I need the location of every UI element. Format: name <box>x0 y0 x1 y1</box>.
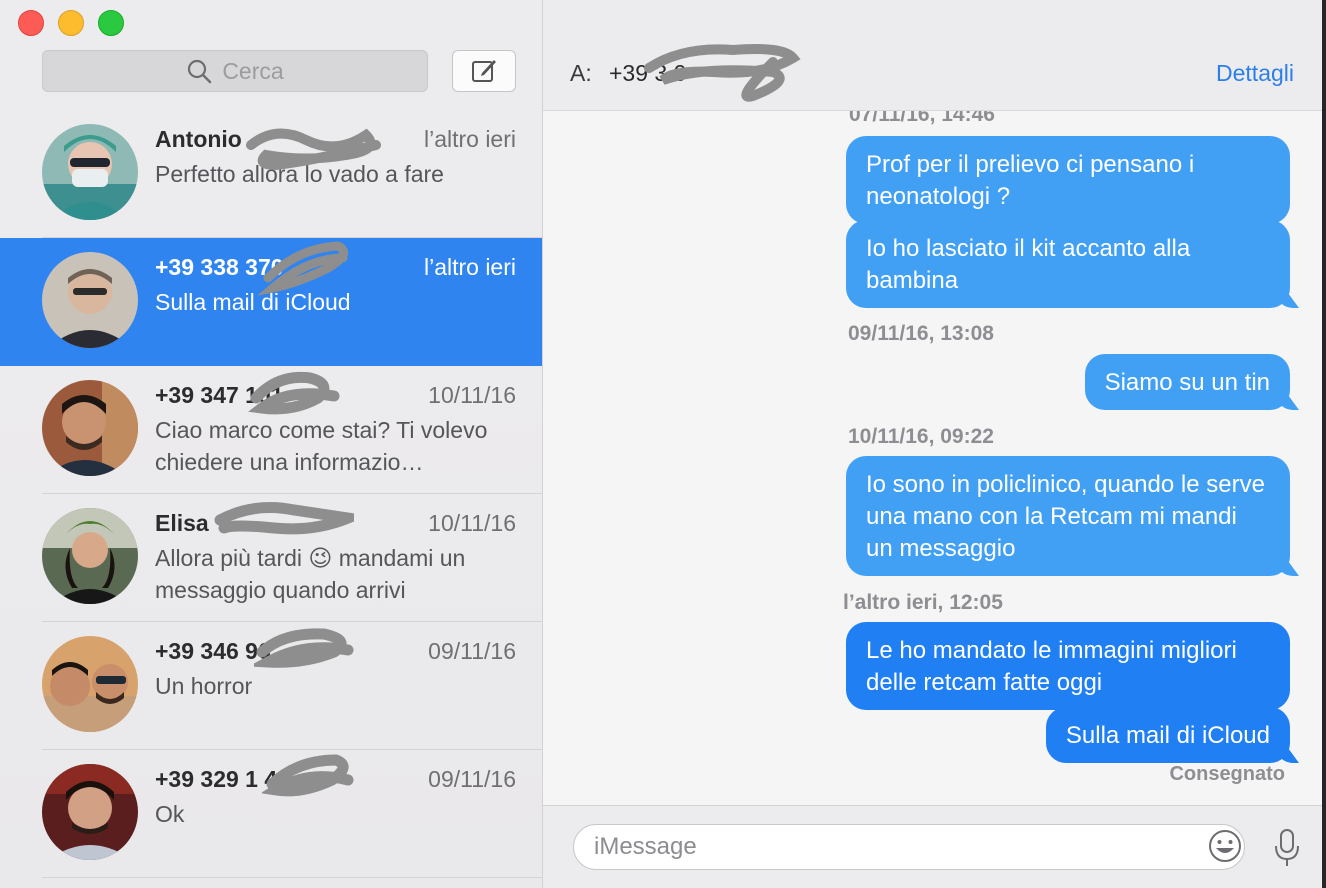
sidebar: Cerca Antonio l’altro ieri Perfetto allo… <box>0 0 543 888</box>
conversation-date: 10/11/16 <box>428 510 516 536</box>
conversation-preview: Allora più tardi 😉 mandami un messaggio … <box>155 545 466 603</box>
redaction-scribble <box>214 502 354 535</box>
avatar <box>42 252 138 348</box>
conversation-item[interactable]: +39 347 101 10/11/16 Ciao marco come sta… <box>0 366 542 494</box>
delivered-status: Consegnato <box>1169 763 1285 785</box>
message-bubble[interactable]: Io ho lasciato il kit accanto alla bambi… <box>846 220 1290 308</box>
contact-name: Antonio <box>155 126 242 152</box>
conversation-preview: Sulla mail di iCloud <box>155 289 351 315</box>
conversation-date: l’altro ieri <box>423 254 516 280</box>
contact-name: +39 347 101 <box>155 382 284 408</box>
window-edge <box>1322 0 1326 888</box>
contact-name: +39 338 370 <box>155 254 284 280</box>
conversation-preview: Perfetto allora lo vado a fare <box>155 161 444 187</box>
contact-name: +39 346 96 <box>155 638 271 664</box>
search-placeholder: Cerca <box>222 57 284 84</box>
conversation-date: 09/11/16 <box>428 766 516 792</box>
recipient-value[interactable]: +39 3 0 <box>609 60 686 87</box>
timestamp: 07/11/16, 14:46 <box>849 111 995 126</box>
timestamp: l’altro ieri, 12:05 <box>843 591 1003 614</box>
message-bubble[interactable]: Le ho mandato le immagini migliori delle… <box>846 622 1290 710</box>
message-bubble[interactable]: Sulla mail di iCloud <box>1045 707 1290 763</box>
messages-window: Cerca Antonio l’altro ieri Perfetto allo… <box>0 0 1326 888</box>
avatar <box>42 636 138 732</box>
row-divider <box>42 877 542 878</box>
microphone-icon[interactable] <box>1273 828 1301 868</box>
message-transcript: 07/11/16, 14:46 Prof per il prelievo ci … <box>543 111 1326 804</box>
emoji-icon[interactable] <box>1207 828 1243 864</box>
compose-icon <box>472 60 496 82</box>
message-bubble[interactable]: Io sono in policlinico, quando le serve … <box>846 456 1290 576</box>
conversation-header: A: +39 3 0 Dettagli <box>543 0 1326 111</box>
contact-name: +39 329 1 4 <box>155 766 278 792</box>
avatar <box>42 764 138 860</box>
avatar <box>42 124 138 220</box>
conversation-list: Antonio l’altro ieri Perfetto allora lo … <box>0 110 542 878</box>
conversation-date: 09/11/16 <box>428 638 516 664</box>
compose-button[interactable] <box>452 50 516 92</box>
search-icon <box>188 59 212 84</box>
close-window-button[interactable] <box>18 10 44 36</box>
conversation-date: 10/11/16 <box>428 382 516 408</box>
details-button[interactable]: Dettagli <box>1216 60 1294 87</box>
avatar <box>42 508 138 604</box>
timestamp: 09/11/16, 13:08 <box>848 322 994 345</box>
minimize-window-button[interactable] <box>58 10 84 36</box>
conversation-date: l’altro ieri <box>423 126 516 152</box>
conversation-item[interactable]: +39 329 1 4 09/11/16 Ok <box>0 750 542 878</box>
conversation-preview: Un horror <box>155 673 253 699</box>
message-input[interactable] <box>573 824 1245 870</box>
zoom-window-button[interactable] <box>98 10 124 36</box>
timestamp: 10/11/16, 09:22 <box>848 425 994 448</box>
search-field[interactable]: Cerca <box>42 50 428 92</box>
conversation-preview: Ciao marco come stai? Ti volevo chiedere… <box>155 417 488 475</box>
message-bubble[interactable]: Siamo su un tin <box>1084 354 1290 410</box>
conversation-item-selected[interactable]: +39 338 370 l’altro ieri Sulla mail di i… <box>0 238 542 366</box>
conversation-pane: A: +39 3 0 Dettagli 07/11/16, 14:46 Prof… <box>543 0 1326 888</box>
contact-name: Elisa <box>155 510 209 536</box>
message-bubble[interactable]: Prof per il prelievo ci pensano i neonat… <box>846 136 1290 224</box>
avatar <box>42 380 138 476</box>
conversation-item[interactable]: Elisa 10/11/16 Allora più tardi 😉 mandam… <box>0 494 542 622</box>
conversation-item[interactable]: Antonio l’altro ieri Perfetto allora lo … <box>0 110 542 238</box>
composer-bar <box>543 805 1326 888</box>
conversation-item[interactable]: +39 346 96 09/11/16 Un horror <box>0 622 542 750</box>
recipient-label: A: <box>570 60 592 86</box>
conversation-preview: Ok <box>155 801 185 827</box>
